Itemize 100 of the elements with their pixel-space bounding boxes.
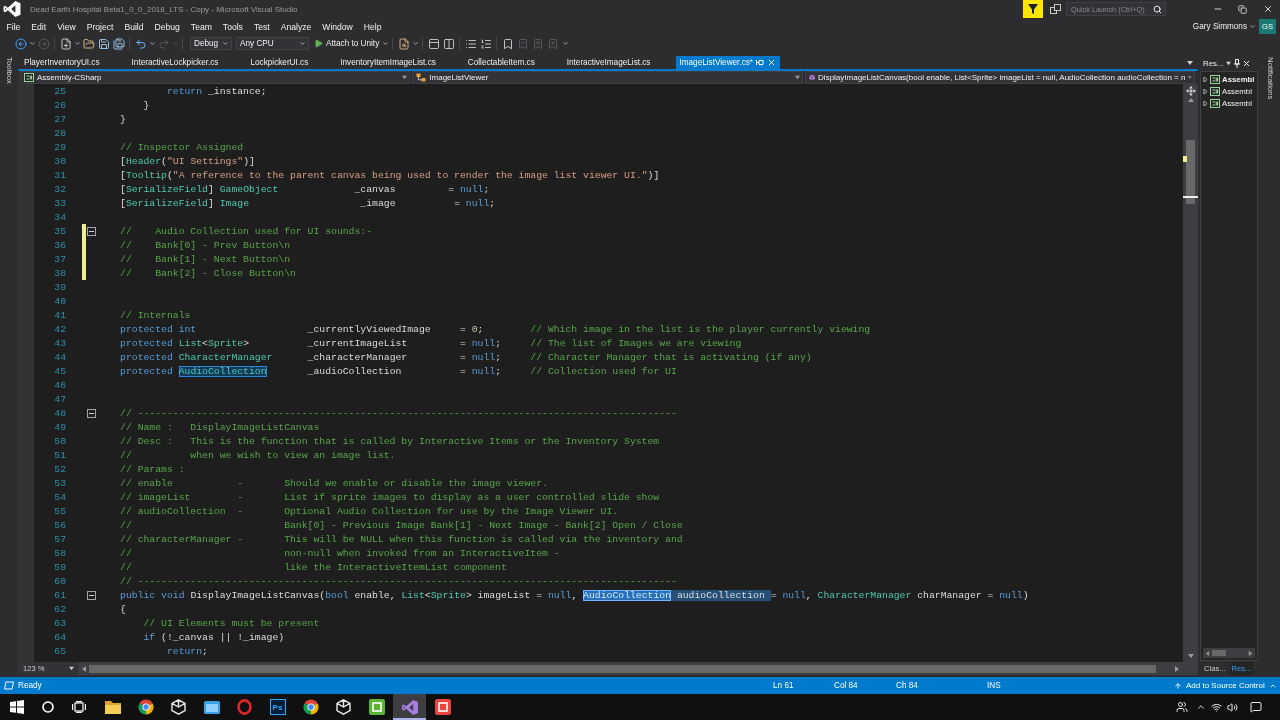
menu-item[interactable]: Window xyxy=(316,19,359,34)
close-icon[interactable] xyxy=(1262,4,1273,14)
floppy-disks-icon[interactable] xyxy=(113,37,125,50)
menu-item[interactable]: Debug xyxy=(149,19,186,34)
framed-square-icon[interactable] xyxy=(434,699,451,715)
caret-icon[interactable] xyxy=(1188,75,1192,80)
line-number: 63 xyxy=(54,617,66,629)
window-panes-icon[interactable] xyxy=(10,700,24,714)
caret-icon[interactable] xyxy=(381,40,389,47)
cube-icon[interactable] xyxy=(171,699,186,715)
menu-item[interactable]: Help xyxy=(358,19,388,34)
toolbar-dropdown[interactable]: Any CPU xyxy=(236,37,309,50)
account-name[interactable]: Gary Simmons xyxy=(1192,22,1247,31)
menu-item[interactable]: Team xyxy=(185,19,218,34)
file-tab[interactable]: PlayerInventoryUI.cs xyxy=(18,56,126,69)
menu-item[interactable]: View xyxy=(51,19,82,34)
file-search-icon[interactable] xyxy=(398,37,411,50)
file-tab[interactable]: InventoryItemImageList.cs xyxy=(334,56,462,69)
scroll-thumb[interactable] xyxy=(89,664,1156,673)
move-arrows-icon[interactable] xyxy=(1185,86,1196,96)
minus-box-icon[interactable] xyxy=(86,408,96,418)
menu-item[interactable]: Tools xyxy=(217,19,249,34)
caret-icon[interactable] xyxy=(222,40,229,47)
caret-position-marker xyxy=(1183,195,1198,198)
caret-icon[interactable] xyxy=(28,40,36,47)
code-line: // Bank[0] - Prev Button\n xyxy=(120,239,290,251)
curved-arrow-left-icon[interactable] xyxy=(135,37,147,50)
tricolor-circle-icon[interactable] xyxy=(137,699,154,715)
triangle-right-icon[interactable] xyxy=(1203,76,1208,82)
run-button[interactable]: Attach to Unity xyxy=(312,36,382,51)
app-tile[interactable]: Ps xyxy=(269,699,286,715)
triangle-right-icon[interactable] xyxy=(1248,650,1253,656)
menu-item[interactable]: File xyxy=(1,19,26,34)
numbered-lines-icon[interactable] xyxy=(480,37,493,50)
file-tab[interactable]: CollectableItem.cs xyxy=(461,56,561,69)
lines-icon[interactable] xyxy=(465,37,478,50)
message-icon[interactable] xyxy=(1250,701,1262,713)
restore-icon[interactable] xyxy=(1238,4,1247,14)
wifi-icon[interactable] xyxy=(1211,701,1222,713)
triangle-left-icon[interactable] xyxy=(1205,650,1210,656)
cube-icon[interactable] xyxy=(336,699,351,715)
caret-icon[interactable] xyxy=(73,40,81,47)
member-dropdown[interactable]: DisplayImageListCanvas(bool enable, List<Sprite> imageList = null, AudioCollection audioCollection = n xyxy=(804,71,1195,84)
minus-box-icon[interactable] xyxy=(86,226,96,236)
funnel-icon[interactable] xyxy=(1023,0,1043,18)
framed-square-icon[interactable] xyxy=(368,699,385,715)
project-dropdown[interactable]: Assembly-CSharp xyxy=(20,71,411,84)
caret-icon[interactable] xyxy=(794,75,800,80)
file-tab[interactable]: InteractiveImageList.cs xyxy=(560,56,677,69)
minus-box-icon[interactable] xyxy=(86,590,96,600)
file-tab[interactable]: LockpickerUI.cs xyxy=(244,56,335,69)
search-icon[interactable] xyxy=(1153,4,1162,14)
folder-icon[interactable] xyxy=(104,700,121,714)
bookmark-icon[interactable] xyxy=(502,37,515,50)
caret-icon[interactable] xyxy=(1248,23,1256,30)
caret-icon[interactable] xyxy=(69,666,74,671)
triangle-right-icon[interactable] xyxy=(1203,88,1208,94)
caret-icon[interactable] xyxy=(1226,61,1232,66)
window-icon[interactable] xyxy=(203,700,220,714)
caret-icon[interactable] xyxy=(1187,59,1193,66)
triangle-right-icon[interactable] xyxy=(1203,100,1208,106)
split-panel-icon[interactable] xyxy=(443,37,456,50)
menu-item[interactable]: Edit xyxy=(25,19,52,34)
tricolor-circle-icon[interactable] xyxy=(302,699,319,715)
speaker-icon[interactable] xyxy=(1226,701,1238,713)
chevron-up-icon[interactable] xyxy=(1196,702,1206,712)
line-number: 31 xyxy=(54,169,66,181)
menu-item[interactable]: Analyze xyxy=(275,19,317,34)
menu-item[interactable]: Project xyxy=(81,19,119,34)
circle-arrow-left-icon[interactable] xyxy=(15,37,27,50)
ring-icon[interactable] xyxy=(237,699,252,715)
caret-icon[interactable] xyxy=(411,40,419,47)
triangle-down-icon[interactable] xyxy=(1187,653,1194,659)
people-icon[interactable] xyxy=(1176,701,1188,713)
cube-icon xyxy=(808,73,816,82)
file-plus-icon[interactable] xyxy=(60,37,72,50)
caret-icon[interactable] xyxy=(148,40,156,47)
file-tab[interactable]: InteractiveLockpicker.cs xyxy=(125,56,245,69)
taskbar-button[interactable] xyxy=(393,694,426,720)
caret-icon[interactable] xyxy=(561,40,569,47)
scroll-thumb[interactable] xyxy=(1212,650,1226,656)
pin-icon[interactable] xyxy=(1233,59,1240,68)
circle-icon[interactable] xyxy=(42,701,54,713)
caret-icon[interactable] xyxy=(402,75,408,80)
window-panel-icon[interactable] xyxy=(428,37,441,50)
close-icon[interactable] xyxy=(1242,59,1252,68)
triangle-up-icon[interactable] xyxy=(1187,97,1194,103)
menu-item[interactable]: Test xyxy=(248,19,276,34)
scroll-thumb[interactable] xyxy=(1186,140,1195,204)
toolbar-dropdown[interactable]: Debug xyxy=(190,37,232,50)
source-control-button[interactable]: Add to Source Control xyxy=(1172,681,1279,690)
triangle-left-icon[interactable] xyxy=(81,665,87,672)
stacked-windows-icon[interactable] xyxy=(72,701,86,713)
caret-icon[interactable] xyxy=(299,40,306,47)
folder-open-icon[interactable] xyxy=(83,37,95,50)
overlapping-squares-icon[interactable] xyxy=(1049,3,1061,15)
line-number: 61 xyxy=(54,589,66,601)
menu-item[interactable]: Build xyxy=(118,19,149,34)
type-dropdown[interactable]: ImageListViewer xyxy=(412,71,803,84)
triangle-right-icon[interactable] xyxy=(1174,665,1180,672)
